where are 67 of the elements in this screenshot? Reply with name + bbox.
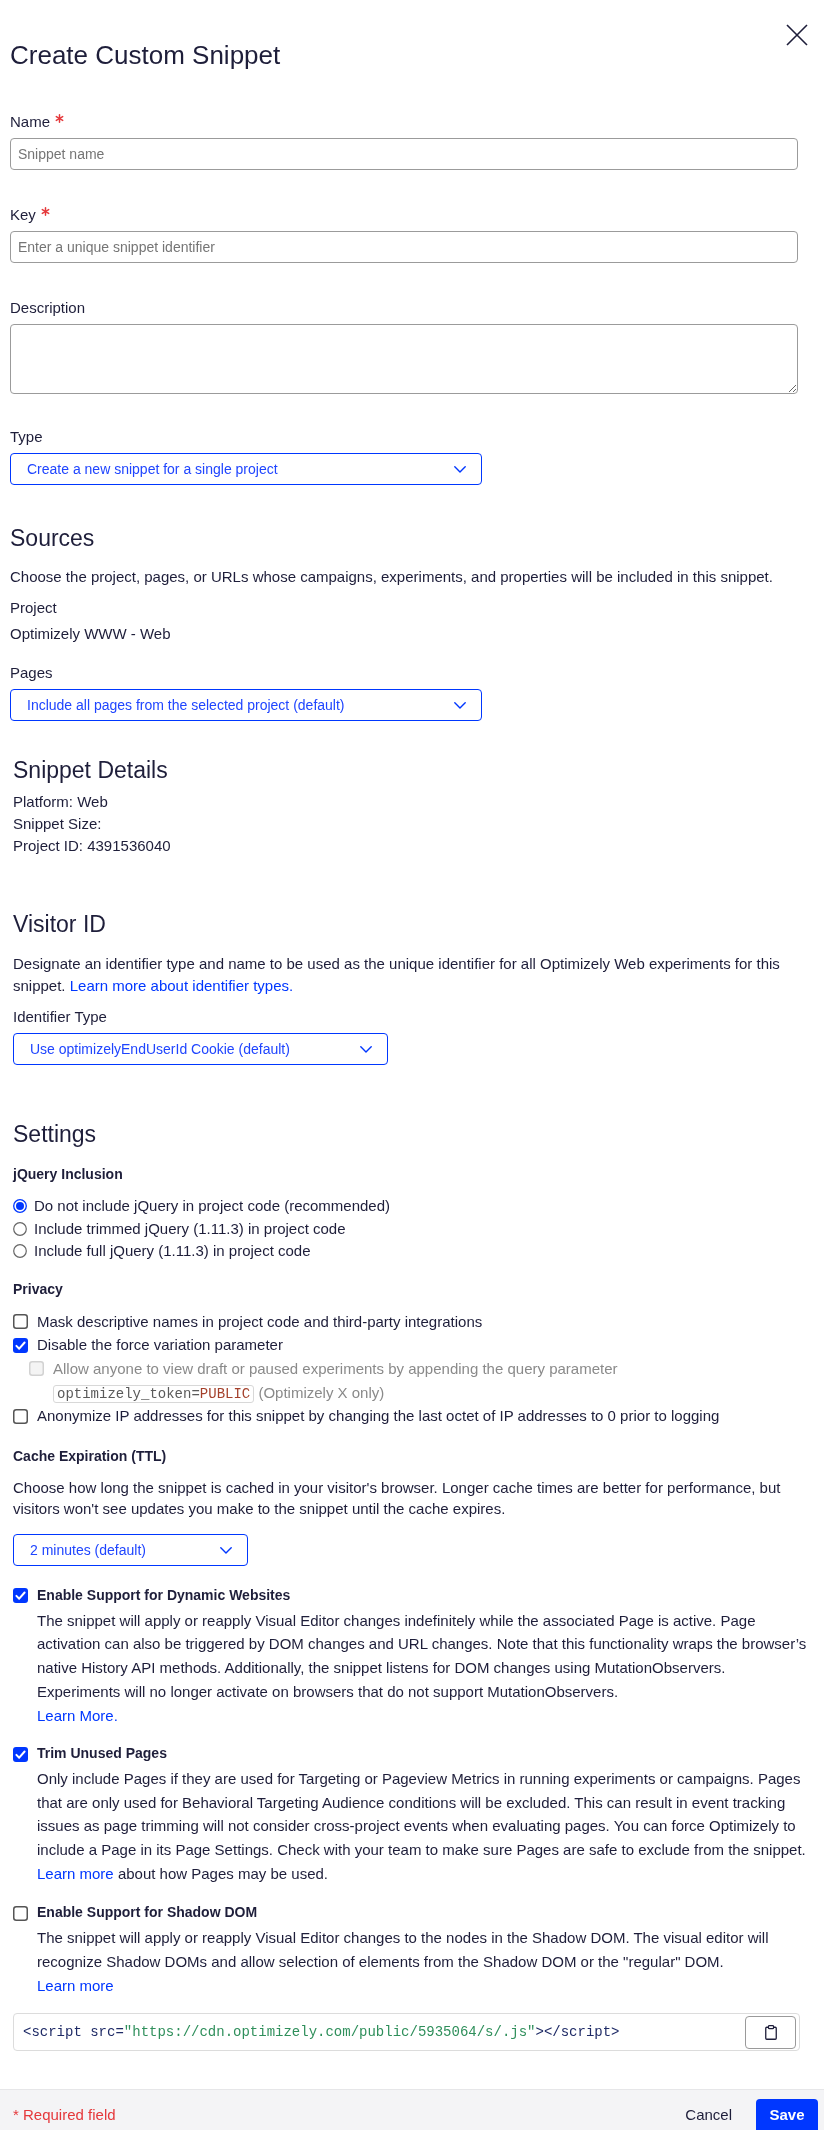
field-label: Key bbox=[10, 205, 36, 225]
radio-button[interactable] bbox=[13, 1244, 27, 1259]
checkbox[interactable] bbox=[13, 1905, 28, 1921]
chevron-down-icon bbox=[220, 1546, 232, 1554]
checkbox[interactable] bbox=[13, 1313, 28, 1329]
dropdown[interactable]: Create a new snippet for a single project bbox=[10, 453, 482, 485]
description-text: Choose the project, pages, or URLs whose campaigns, experiments, and properties will be included in this snippet. bbox=[10, 567, 774, 587]
checkbox-label: Enable Support for Shadow DOM bbox=[37, 1903, 258, 1923]
field-label: Identifier Type bbox=[13, 1007, 107, 1027]
text-field[interactable]: Enter a unique snippet identifier bbox=[10, 231, 798, 263]
learn-more-link[interactable]: Learn more about identifier types. bbox=[69, 977, 294, 994]
learn-more-link[interactable]: Learn more bbox=[37, 1976, 114, 1994]
field-label: Description bbox=[10, 298, 86, 318]
dropdown[interactable]: Include all pages from the selected project (default) bbox=[10, 689, 482, 721]
copy-button[interactable] bbox=[745, 2015, 796, 2049]
learn-more-link[interactable]: Learn more bbox=[37, 1864, 114, 1882]
radio-button[interactable] bbox=[13, 1221, 27, 1236]
field-value: Optimizely WWW - Web bbox=[10, 624, 172, 644]
description-text: The snippet will apply or reapply Visual Editor changes to the nodes in the Shadow DOM. The visual editor will recognize Shadow DOMs and allow selection of elements from the Shadow DOM or the "regular" DOM. bbox=[37, 1928, 770, 1972]
description-text: Designate an identifier type and name to be used as the unique identifier for all Optimizely Web experiments for this snippet. Learn more about identifier types. bbox=[13, 954, 781, 996]
section-heading: jQuery Inclusion bbox=[13, 1165, 124, 1184]
required-note: * Required field bbox=[13, 2105, 116, 2125]
cancel-button[interactable]: Cancel bbox=[673, 2099, 744, 2130]
chevron-down-icon bbox=[454, 701, 466, 709]
field-label: Project bbox=[10, 598, 58, 618]
detail-text: Platform: Web bbox=[13, 792, 109, 812]
checkbox[interactable] bbox=[13, 1746, 28, 1762]
checkbox[interactable] bbox=[13, 1408, 28, 1424]
checkbox[interactable] bbox=[13, 1588, 28, 1604]
checkbox-label: Allow anyone to view draft or paused experiments by appending the query parameter optimizely_token=PUBLIC (Optimizely X only) bbox=[53, 1358, 618, 1405]
chevron-down-icon bbox=[360, 1045, 372, 1053]
field-label: Name bbox=[10, 112, 50, 132]
checkbox-label: Enable Support for Dynamic Websites bbox=[37, 1586, 291, 1605]
checkbox-label: Disable the force variation parameter bbox=[37, 1335, 283, 1356]
clipboard-icon bbox=[764, 2024, 777, 2040]
section-heading: Visitor ID bbox=[13, 910, 107, 938]
learn-more-text: Learn more about how Pages may be used. bbox=[37, 1863, 330, 1884]
dropdown[interactable]: Use optimizelyEndUserId Cookie (default) bbox=[13, 1033, 388, 1065]
checkbox-label: Anonymize IP addresses for this snippet by changing the last octet of IP addresses to 0 prior to logging bbox=[37, 1406, 720, 1427]
text-field[interactable]: Snippet name bbox=[10, 138, 798, 170]
field-label: Type bbox=[10, 427, 43, 447]
checkbox[interactable] bbox=[13, 1337, 28, 1353]
radio-label: Include trimmed jQuery (1.11.3) in project code bbox=[34, 1218, 346, 1239]
dialog-title: Create Custom Snippet bbox=[10, 39, 281, 72]
section-heading: Sources bbox=[10, 524, 96, 552]
chevron-down-icon bbox=[454, 465, 466, 473]
detail-text: Project ID: 4391536040 bbox=[13, 836, 172, 856]
description-text: Choose how long the snippet is cached in your visitor's browser. Longer cache times are better for performance, but visitors won't see updates you make to the snippet until the cache expires. bbox=[13, 1478, 782, 1519]
code-snippet: <script src="https://cdn.optimizely.com/public/5935064/s/.js"></script> bbox=[23, 2024, 620, 2041]
close-icon[interactable] bbox=[786, 24, 808, 46]
radio-label: Do not include jQuery in project code (recommended) bbox=[34, 1196, 390, 1217]
description-text: The snippet will apply or reapply Visual Editor changes indefinitely while the associated Page is active. Page activation can also be triggered by DOM changes and URL changes. Note that this functionality wraps the browser’s native History API methods. Additionally, the snippet listens for DOM changes using MutationObservers. Experiments will no longer activate on browsers that do not support MutationObservers. bbox=[37, 1610, 808, 1702]
learn-more-link[interactable]: Learn More. bbox=[37, 1706, 118, 1724]
radio-label: Include full jQuery (1.11.3) in project code bbox=[34, 1241, 311, 1262]
radio-button[interactable] bbox=[13, 1199, 27, 1214]
textarea-field[interactable] bbox=[10, 324, 798, 394]
checkbox-label: Mask descriptive names in project code and third-party integrations bbox=[37, 1311, 483, 1332]
checkbox-label: Trim Unused Pages bbox=[37, 1744, 167, 1764]
detail-text: Snippet Size: bbox=[13, 814, 103, 834]
save-button[interactable]: Save bbox=[756, 2099, 818, 2130]
section-heading: Privacy bbox=[13, 1279, 64, 1299]
field-label: Pages bbox=[10, 663, 53, 683]
description-text: Only include Pages if they are used for Targeting or Pageview Metrics in running experiments or campaigns. Pages that are only used for Behavioral Targeting Audience conditions will be excluded. This can result in event tracking issues as page trimming will not consider cross-project events when evaluating pages. You can force Optimizely to include a Page in its Page Settings. Check with your team to make sure Pages are safe to exclude from the snippet. bbox=[37, 1768, 807, 1861]
section-heading: Snippet Details bbox=[13, 756, 169, 784]
section-heading: Settings bbox=[13, 1120, 98, 1148]
section-heading: Cache Expiration (TTL) bbox=[13, 1447, 168, 1466]
dropdown[interactable]: 2 minutes (default) bbox=[13, 1534, 248, 1566]
